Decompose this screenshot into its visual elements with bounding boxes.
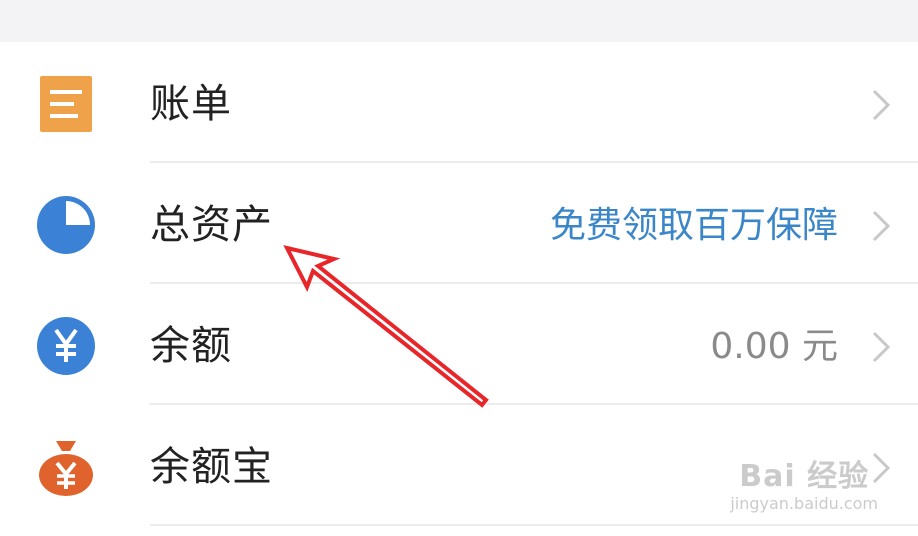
asset-menu-list: 账单 总资产 免费领取百万保障 余额 0.00 元 余额宝 bbox=[0, 42, 918, 526]
chevron-right-icon bbox=[872, 452, 891, 484]
list-item-yuebao[interactable]: 余额宝 bbox=[0, 405, 918, 526]
bill-icon bbox=[40, 76, 92, 132]
list-item-label: 总资产 bbox=[150, 202, 273, 248]
list-item-balance[interactable]: 余额 0.00 元 bbox=[0, 284, 918, 405]
list-item-label: 余额宝 bbox=[150, 444, 273, 490]
yuan-circle-icon bbox=[37, 317, 95, 375]
balance-value: 0.00 元 bbox=[710, 326, 838, 367]
list-item-label: 余额 bbox=[150, 323, 232, 369]
app-screen: 账单 总资产 免费领取百万保障 余额 0.00 元 余额宝 Bai 经验 jin… bbox=[0, 0, 918, 536]
top-separator-band bbox=[0, 0, 918, 42]
promo-link-text[interactable]: 免费领取百万保障 bbox=[550, 201, 838, 251]
list-item-total-assets[interactable]: 总资产 免费领取百万保障 bbox=[0, 163, 918, 284]
divider bbox=[150, 524, 918, 526]
list-item-bill[interactable]: 账单 bbox=[0, 42, 918, 163]
chevron-right-icon bbox=[872, 89, 891, 121]
chevron-right-icon bbox=[872, 331, 891, 363]
chevron-right-icon bbox=[872, 210, 891, 242]
list-item-label: 账单 bbox=[150, 81, 232, 127]
money-bag-icon bbox=[39, 441, 93, 496]
pie-chart-icon bbox=[37, 196, 95, 254]
